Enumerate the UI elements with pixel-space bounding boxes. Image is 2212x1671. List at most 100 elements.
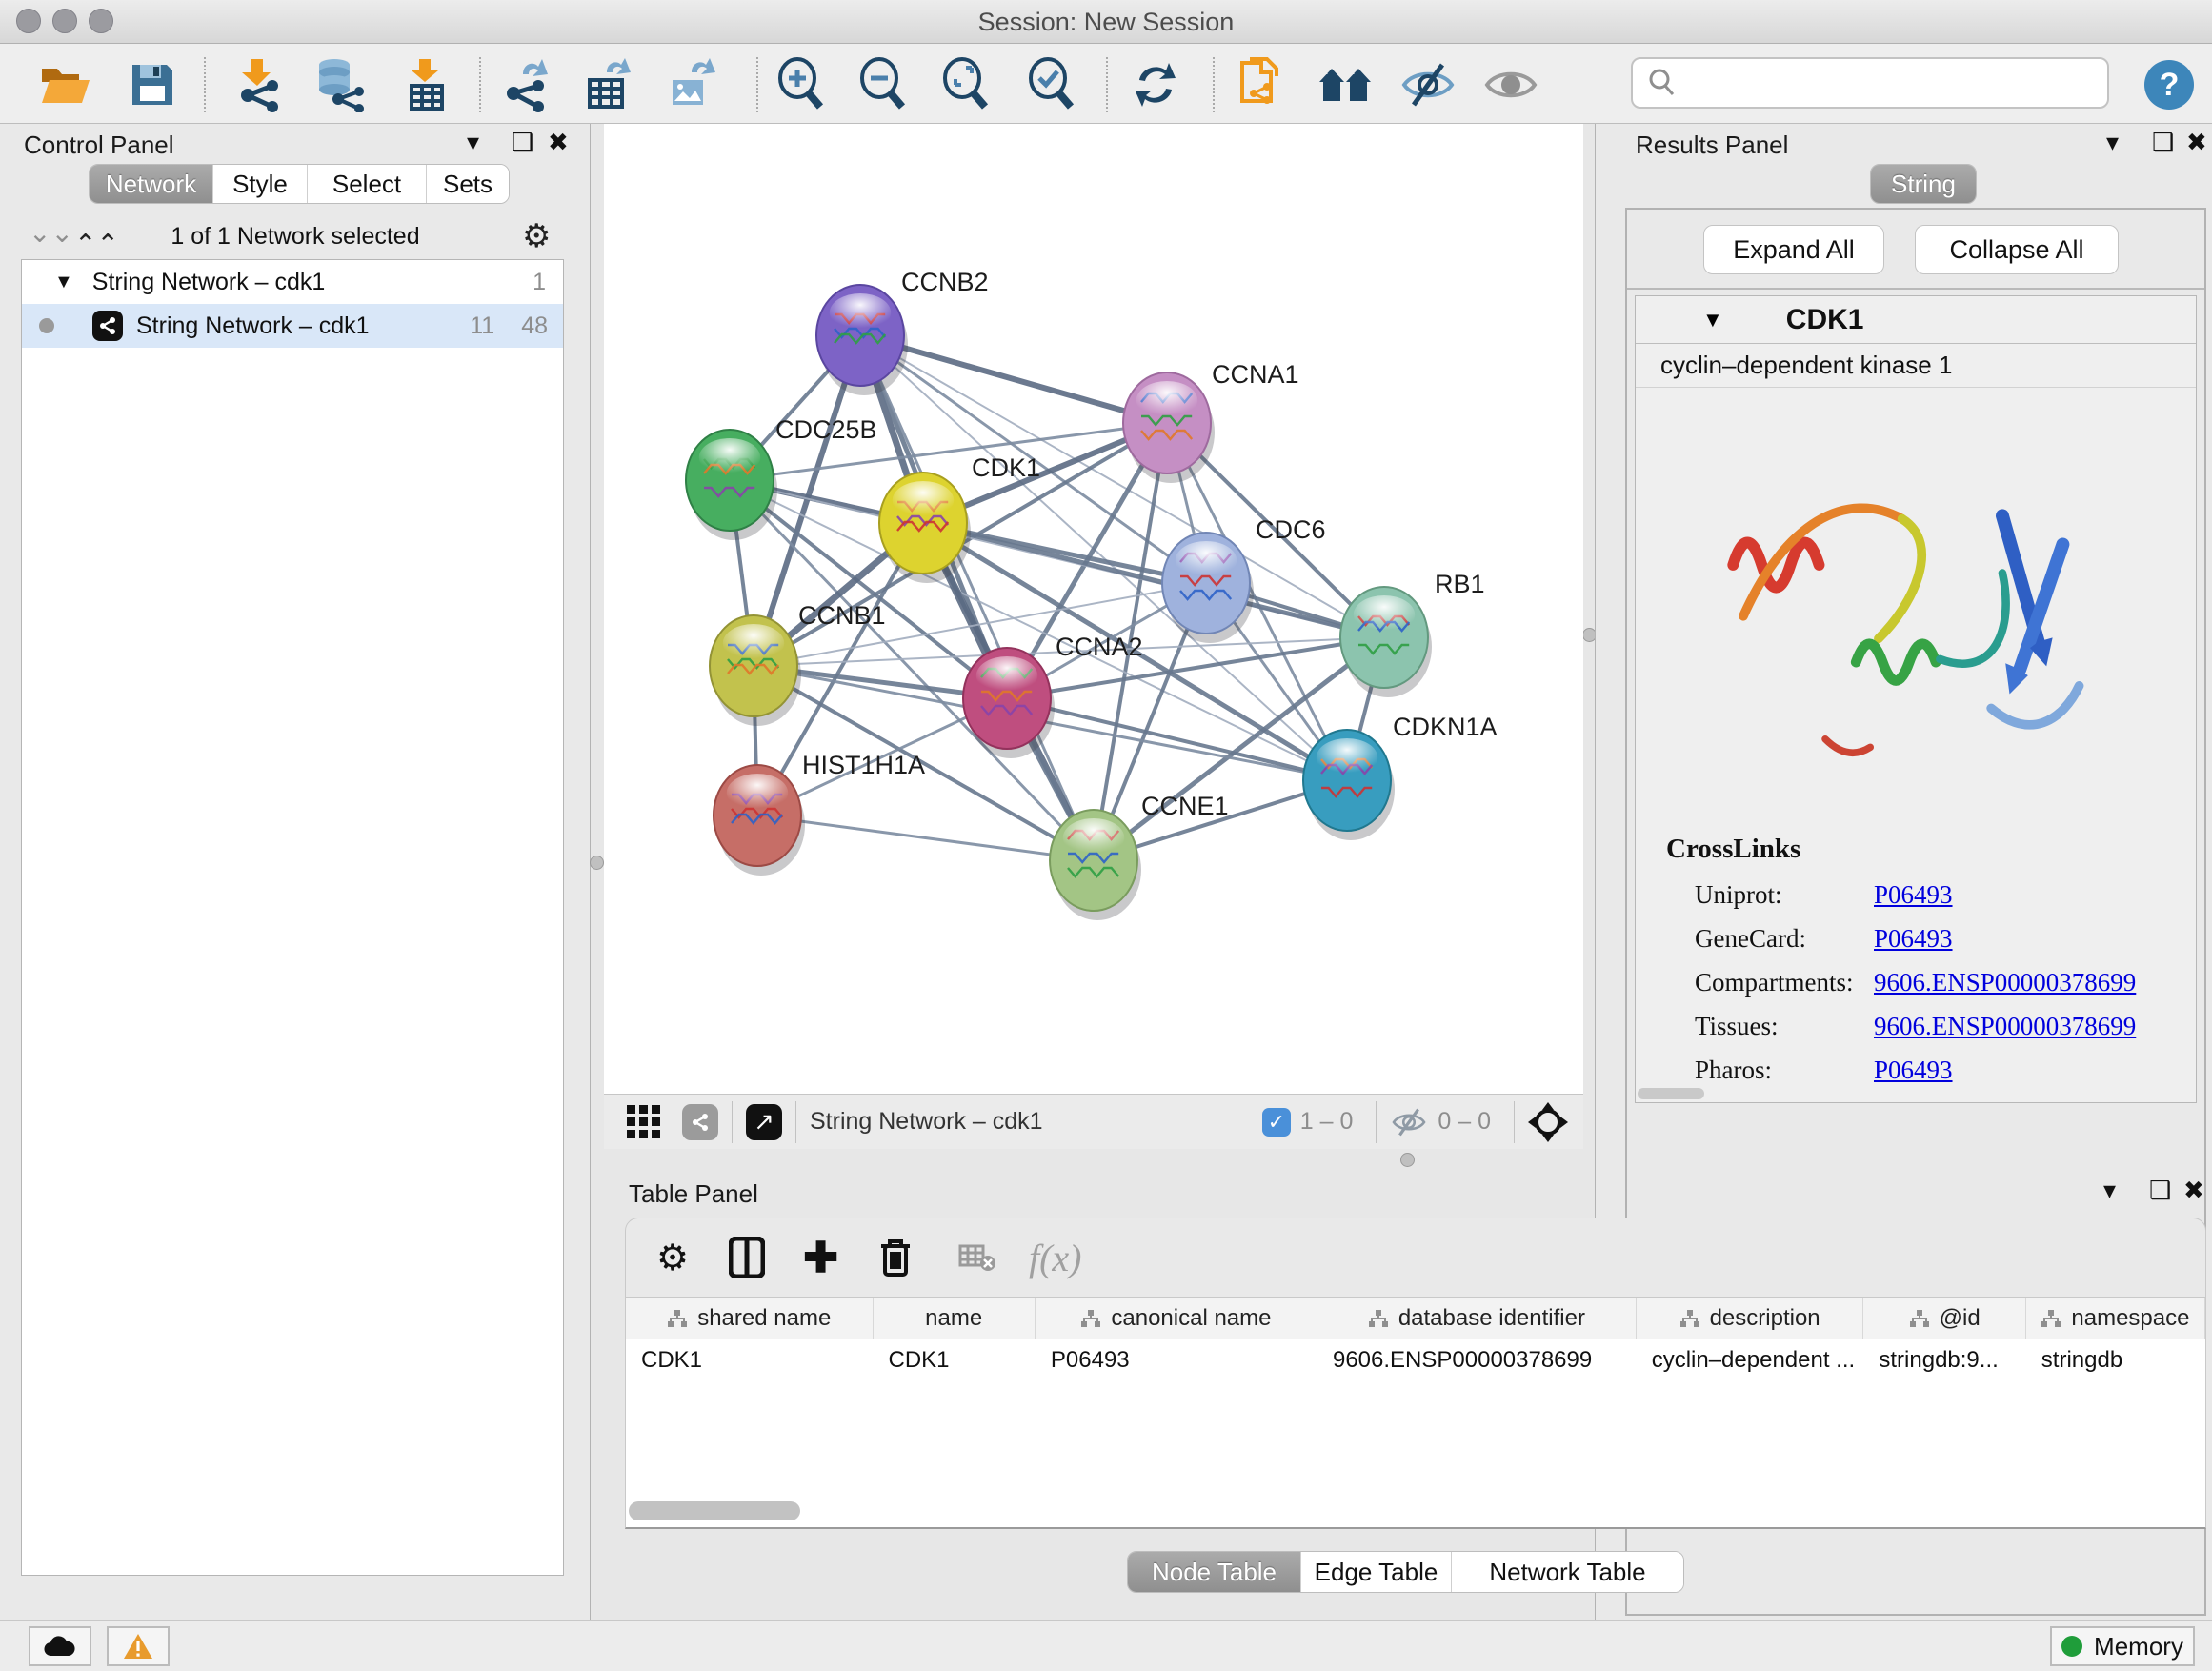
zoom-in-button[interactable] xyxy=(773,57,828,112)
close-panel-icon[interactable]: ✖ xyxy=(2183,1176,2204,1205)
column-header-canonical-name[interactable]: canonical name xyxy=(1036,1298,1317,1339)
tab-style[interactable]: Style xyxy=(212,165,307,203)
crosslink-link[interactable]: 9606.ENSP00000378699 xyxy=(1874,1012,2136,1041)
save-session-button[interactable] xyxy=(125,57,180,112)
table-hscrollbar-thumb[interactable] xyxy=(629,1501,800,1520)
network-edge[interactable] xyxy=(757,815,1094,860)
cloud-button[interactable] xyxy=(29,1626,91,1666)
maximize-panel-icon[interactable]: ❑ xyxy=(2152,128,2174,157)
new-network-from-selection-button[interactable] xyxy=(1233,57,1288,112)
network-collection-row[interactable]: ▼ String Network – cdk1 1 xyxy=(22,260,563,304)
network-node-CDKN1A[interactable]: CDKN1A xyxy=(1303,713,1498,840)
import-network-file-button[interactable] xyxy=(230,57,285,112)
crosslink-link[interactable]: P06493 xyxy=(1874,924,1953,954)
network-canvas[interactable]: CCNB2CCNA1CDC25BCDK1CDC6RB1CCNB1CCNA2CDK… xyxy=(604,124,1583,1094)
close-panel-icon[interactable]: ✖ xyxy=(2186,128,2207,157)
network-node-CCNE1[interactable]: CCNE1 xyxy=(1050,792,1229,920)
table-cell[interactable]: P06493 xyxy=(1036,1339,1317,1381)
import-network-database-button[interactable] xyxy=(310,57,365,112)
toolbar-separator xyxy=(1514,1101,1515,1143)
crosslink-link[interactable]: P06493 xyxy=(1874,1056,1953,1085)
column-header-shared-name[interactable]: shared name xyxy=(626,1298,874,1339)
grid-view-icon[interactable] xyxy=(627,1105,661,1139)
bottom-splitter-handle[interactable] xyxy=(1400,1153,1415,1167)
column-header-description[interactable]: description xyxy=(1637,1298,1864,1339)
table-cell[interactable]: CDK1 xyxy=(626,1339,873,1381)
column-header-database-identifier[interactable]: database identifier xyxy=(1317,1298,1637,1339)
tab-sets[interactable]: Sets xyxy=(426,165,509,203)
selected-checkbox-icon[interactable]: ✓ xyxy=(1262,1108,1291,1137)
hide-selected-button[interactable] xyxy=(1400,57,1456,112)
table-cell[interactable]: stringdb:9... xyxy=(1863,1339,2025,1381)
open-session-button[interactable] xyxy=(37,57,92,112)
tab-edge-table[interactable]: Edge Table xyxy=(1300,1552,1451,1592)
detach-view-button[interactable]: ↗ xyxy=(746,1104,782,1140)
float-panel-icon[interactable]: ▾ xyxy=(467,128,479,157)
float-panel-icon[interactable]: ▾ xyxy=(2106,128,2119,157)
protein-expander-icon[interactable]: ▼ xyxy=(1702,308,1723,332)
column-header-namespace[interactable]: namespace xyxy=(2026,1298,2205,1339)
table-options-gear-icon[interactable]: ⚙ xyxy=(656,1237,689,1279)
crosslink-link[interactable]: P06493 xyxy=(1874,880,1953,910)
tab-network[interactable]: Network xyxy=(90,165,212,203)
crosslink-link[interactable]: 9606.ENSP00000378699 xyxy=(1874,968,2136,997)
tab-select[interactable]: Select xyxy=(307,165,426,203)
network-row-selected[interactable]: String Network – cdk1 11 48 xyxy=(22,304,563,348)
apply-layout-button[interactable] xyxy=(1128,57,1183,112)
column-header--id[interactable]: @id xyxy=(1863,1298,2025,1339)
import-table-file-button[interactable] xyxy=(397,57,452,112)
table-cell[interactable]: stringdb xyxy=(2026,1339,2205,1381)
birdseye-crosshair-icon[interactable] xyxy=(1528,1102,1568,1142)
tab-network-table[interactable]: Network Table xyxy=(1451,1552,1683,1592)
collection-expander-icon[interactable]: ▼ xyxy=(54,272,73,293)
zoom-fit-button[interactable] xyxy=(937,57,993,112)
tab-string[interactable]: String xyxy=(1871,165,1976,203)
first-neighbors-button[interactable] xyxy=(1317,57,1373,112)
network-options-gear-icon[interactable]: ⚙ xyxy=(522,217,551,255)
network-edge[interactable] xyxy=(860,335,1094,860)
shared-column-icon xyxy=(1679,1309,1700,1328)
table-cell[interactable]: 9606.ENSP00000378699 xyxy=(1317,1339,1637,1381)
maximize-panel-icon[interactable]: ❑ xyxy=(512,128,533,157)
network-node-HIST1H1A[interactable]: HIST1H1A xyxy=(714,751,925,876)
table-cell[interactable]: CDK1 xyxy=(873,1339,1035,1381)
collapse-all-button[interactable]: Collapse All xyxy=(1915,225,2119,274)
add-column-plus-icon[interactable]: ✚ xyxy=(803,1234,838,1282)
close-panel-icon[interactable]: ✖ xyxy=(548,128,569,157)
help-button[interactable]: ? xyxy=(2143,57,2195,112)
crosslink-row: Compartments:9606.ENSP00000378699 xyxy=(1695,960,2196,1004)
delete-table-icon[interactable] xyxy=(958,1242,996,1273)
table-data-row[interactable]: CDK1CDK1P064939606.ENSP00000378699cyclin… xyxy=(626,1339,2205,1381)
search-field[interactable] xyxy=(1631,57,2109,109)
zoom-out-button[interactable] xyxy=(855,57,910,112)
tab-node-table[interactable]: Node Table xyxy=(1128,1552,1300,1592)
float-panel-icon[interactable]: ▾ xyxy=(2103,1176,2116,1205)
expand-all-button[interactable]: Expand All xyxy=(1703,225,1884,274)
left-splitter-handle[interactable] xyxy=(590,856,604,870)
function-builder-fx-icon[interactable]: f(x) xyxy=(1029,1236,1082,1280)
table-cell[interactable]: cyclin–dependent ... xyxy=(1637,1339,1864,1381)
network-node-CDC6[interactable]: CDC6 xyxy=(1162,515,1326,643)
toolbar-separator xyxy=(1213,57,1215,112)
column-header-name[interactable]: name xyxy=(874,1298,1036,1339)
memory-button[interactable]: Memory xyxy=(2050,1626,2195,1666)
show-columns-icon[interactable] xyxy=(729,1237,765,1278)
network-node-RB1[interactable]: RB1 xyxy=(1340,570,1485,697)
export-image-button[interactable] xyxy=(662,57,717,112)
zoom-selected-button[interactable] xyxy=(1023,57,1078,112)
network-view-share-icon[interactable] xyxy=(682,1104,718,1140)
shared-column-icon xyxy=(1909,1309,1930,1328)
maximize-panel-icon[interactable]: ❑ xyxy=(2149,1176,2171,1205)
search-input[interactable] xyxy=(1686,59,2107,107)
results-hscrollbar[interactable] xyxy=(1638,1088,1704,1099)
export-table-button[interactable] xyxy=(579,57,634,112)
delete-column-trash-icon[interactable] xyxy=(878,1237,913,1278)
node-label: CCNA2 xyxy=(1056,633,1143,661)
network-node-CCNB2[interactable]: CCNB2 xyxy=(816,268,989,395)
hidden-eye-icon[interactable] xyxy=(1390,1107,1428,1137)
export-network-button[interactable] xyxy=(497,57,553,112)
show-all-button[interactable] xyxy=(1483,57,1538,112)
network-node-CCNB1[interactable]: CCNB1 xyxy=(710,601,886,726)
protein-header-row[interactable]: ▼ CDK1 xyxy=(1636,296,2196,344)
warnings-button[interactable] xyxy=(107,1626,170,1666)
